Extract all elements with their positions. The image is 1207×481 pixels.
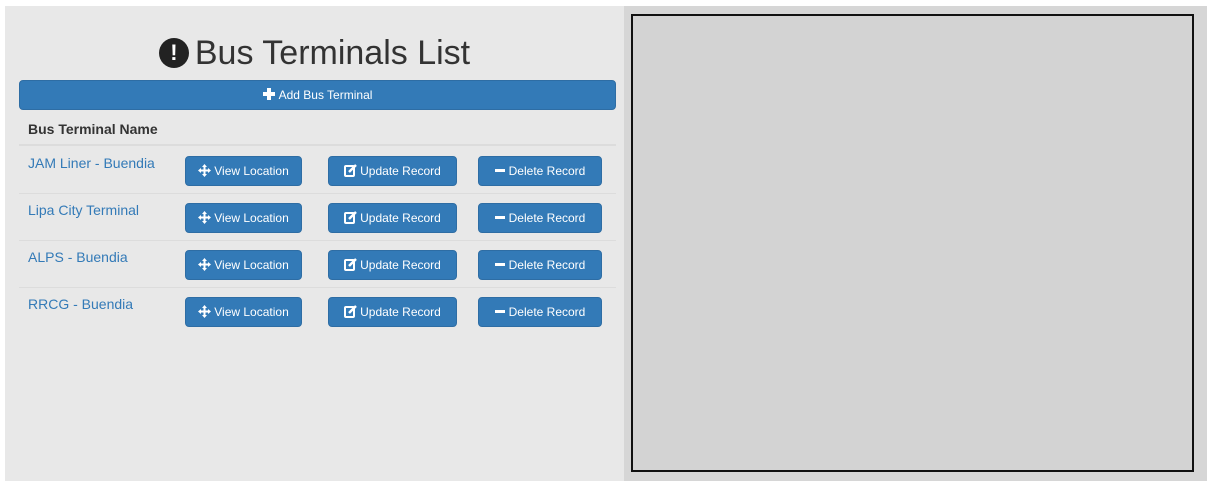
- header-divider: [19, 144, 616, 146]
- update-record-label: Update Record: [360, 305, 441, 319]
- update-record-label: Update Record: [360, 258, 441, 272]
- minus-icon: [494, 310, 505, 313]
- move-icon: [198, 211, 212, 224]
- terminal-name-link[interactable]: ALPS - Buendia: [28, 249, 128, 265]
- terminal-name-link[interactable]: Lipa City Terminal: [28, 202, 139, 218]
- update-record-button[interactable]: Update Record: [328, 297, 457, 327]
- delete-record-button[interactable]: Delete Record: [478, 250, 602, 280]
- edit-icon: [344, 305, 358, 318]
- view-location-label: View Location: [214, 211, 289, 225]
- exclamation-sign-icon: !: [158, 38, 189, 68]
- delete-record-label: Delete Record: [508, 211, 586, 225]
- delete-record-button[interactable]: Delete Record: [478, 203, 602, 233]
- view-location-label: View Location: [214, 258, 289, 272]
- view-location-button[interactable]: View Location: [185, 297, 302, 327]
- map-panel: [624, 6, 1207, 481]
- table-row: JAM Liner - Buendia View Location Update…: [19, 147, 616, 193]
- column-header-terminal-name: Bus Terminal Name: [28, 121, 158, 137]
- add-bus-terminal-label: Add Bus Terminal: [278, 88, 373, 102]
- minus-icon: [494, 263, 505, 266]
- update-record-button[interactable]: Update Record: [328, 250, 457, 280]
- minus-icon: [494, 216, 505, 219]
- delete-record-button[interactable]: Delete Record: [478, 297, 602, 327]
- move-icon: [198, 164, 212, 177]
- edit-icon: [344, 164, 358, 177]
- delete-record-label: Delete Record: [508, 305, 586, 319]
- page-title: ! Bus Terminals List: [5, 32, 624, 74]
- edit-icon: [344, 258, 358, 271]
- update-record-label: Update Record: [360, 211, 441, 225]
- move-icon: [198, 258, 212, 271]
- move-icon: [198, 305, 212, 318]
- table-row: Lipa City Terminal View Location Update …: [19, 193, 616, 240]
- terminal-list-panel: ! Bus Terminals List Add Bus Terminal Bus…: [5, 6, 624, 481]
- view-location-button[interactable]: View Location: [185, 156, 302, 186]
- page-title-text: Bus Terminals List: [194, 34, 471, 72]
- table-row: RRCG - Buendia View Location Update Reco…: [19, 287, 616, 334]
- edit-icon: [344, 211, 358, 224]
- plus-icon: [262, 88, 275, 100]
- view-location-label: View Location: [214, 164, 289, 178]
- update-record-button[interactable]: Update Record: [328, 203, 457, 233]
- map-canvas[interactable]: [631, 14, 1194, 472]
- update-record-button[interactable]: Update Record: [328, 156, 457, 186]
- delete-record-label: Delete Record: [508, 258, 586, 272]
- view-location-label: View Location: [214, 305, 289, 319]
- terminal-name-link[interactable]: RRCG - Buendia: [28, 296, 133, 312]
- update-record-label: Update Record: [360, 164, 441, 178]
- terminal-name-link[interactable]: JAM Liner - Buendia: [28, 155, 155, 171]
- delete-record-button[interactable]: Delete Record: [478, 156, 602, 186]
- table-row: ALPS - Buendia View Location Update Reco…: [19, 240, 616, 287]
- delete-record-label: Delete Record: [508, 164, 586, 178]
- add-bus-terminal-button[interactable]: Add Bus Terminal: [19, 80, 616, 110]
- view-location-button[interactable]: View Location: [185, 250, 302, 280]
- view-location-button[interactable]: View Location: [185, 203, 302, 233]
- minus-icon: [494, 169, 505, 172]
